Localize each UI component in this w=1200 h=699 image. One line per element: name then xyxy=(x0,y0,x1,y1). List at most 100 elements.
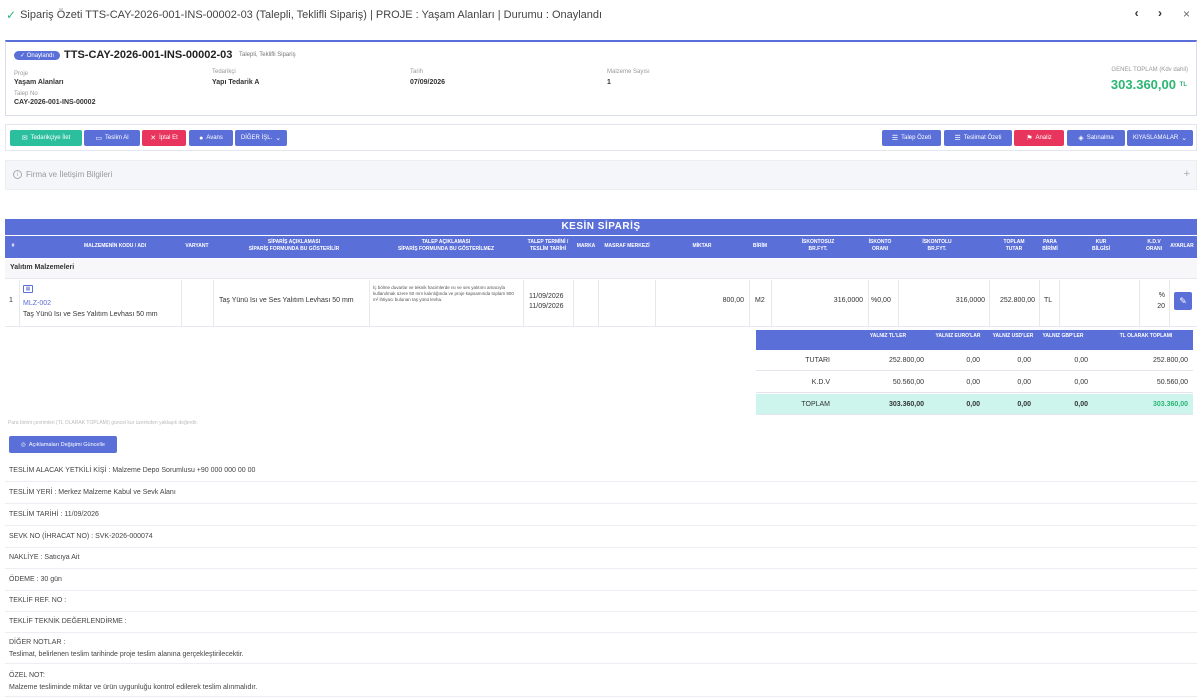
col-material: MALZEMENİN KODU / ADI xyxy=(83,243,147,249)
supplier-label: Tedarikçi xyxy=(212,69,236,75)
layers-icon: ◈ xyxy=(1078,135,1084,142)
barcode-icon[interactable]: ▦ xyxy=(23,285,33,293)
sum-col-eur: YALNIZ EURO'LAR xyxy=(935,333,981,339)
unit-price: 316,0000 xyxy=(833,297,863,304)
info-place: TESLİM YERİ : Merkez Malzeme Kabul ve Se… xyxy=(5,483,1197,504)
list-icon: ☰ xyxy=(954,135,961,142)
group-title: Yalıtım Malzemeleri xyxy=(10,264,75,271)
sum-gbp: 0,00 xyxy=(1074,379,1088,386)
cancel-button[interactable]: ✕ İptal Et xyxy=(142,130,186,146)
update-descriptions-button[interactable]: ◎ Açıklamaları Değişimi Güncelle xyxy=(9,436,117,453)
currency: TL xyxy=(1044,297,1053,304)
info-date: TESLİM TARİHİ : 11/09/2026 xyxy=(5,505,1197,526)
discounted-price: 316,0000 xyxy=(955,297,985,304)
firm-contact-title: Firma ve İletişim Bilgileri xyxy=(26,170,113,179)
action-toolbar: ✉ Tedarikçiye İlet ▭ Teslim Al ✕ İptal Et ●… xyxy=(5,124,1197,151)
close-icon[interactable]: × xyxy=(1183,7,1190,21)
sum-col-gbp: YALNIZ GBP'LER xyxy=(1042,333,1084,339)
sum-tl: 252.800,00 xyxy=(888,357,924,364)
flag-icon: ⚑ xyxy=(1026,135,1033,142)
info-payment: ÖDEME : 30 gün xyxy=(5,570,1197,591)
col-cost-center: MASRAF MERKEZİ xyxy=(604,243,650,249)
edit-icon[interactable]: ✎ xyxy=(1174,292,1192,310)
chevron-down-icon: ⌄ xyxy=(1181,135,1188,142)
sum-gbp: 0,00 xyxy=(1074,357,1088,364)
order-table-header: # MALZEMENİN KODU / ADI VARYANT SİPARİŞ … xyxy=(5,236,1197,258)
request-summary-button[interactable]: ☰ Talep Özeti xyxy=(882,130,941,146)
col-discount: İSKONTO ORANI xyxy=(868,239,892,252)
delivery-summary-button[interactable]: ☰ Teslimat Özeti xyxy=(944,130,1012,146)
info-tech-eval: TEKLİF TEKNİK DEĞERLENDİRME : xyxy=(5,613,1197,633)
sum-eur: 0,00 xyxy=(966,379,980,386)
sum-tl: 50.560,00 xyxy=(892,379,924,386)
col-rate: KUR BİLGİSİ xyxy=(1091,239,1111,252)
table-row: 1 ▦ MLZ-002 Taş Yünü Isı ve Ses Yalıtım … xyxy=(5,280,1197,327)
delivery-date: 11/09/2026 xyxy=(529,303,564,310)
summary-total-row: TOPLAM 303.360,00 0,00 0,00 0,00 303.360… xyxy=(756,394,1193,415)
request-description: İç bölme duvarlar ve teknik hacimlerde ı… xyxy=(373,285,514,302)
grand-total-label: GENEL TOPLAM (Kdv dahil) xyxy=(1111,67,1188,73)
col-qty: MİKTAR xyxy=(692,243,712,249)
col-settings: AYARLAR xyxy=(1170,243,1194,249)
sum-total: 252.800,00 xyxy=(1152,357,1188,364)
project-value: Yaşam Alanları xyxy=(14,79,64,86)
grand-total-currency: TL xyxy=(1179,82,1187,88)
chevron-down-icon: ⌄ xyxy=(275,135,282,142)
info-other-notes: DİĞER NOTLAR : Teslimat, belirlenen tesl… xyxy=(5,636,1197,664)
order-header-card: ✓ Onaylandı TTS-CAY-2026-001-INS-00002-0… xyxy=(5,40,1197,116)
sum-col-tl: YALNIZ TL'LER xyxy=(869,333,907,339)
prev-next-icon[interactable]: ‹ › xyxy=(1135,6,1170,20)
other-notes-text: Teslimat, belirlenen teslim tarihinde pr… xyxy=(9,651,244,658)
col-discounted-price: İSKONTOLU BR.FYT. xyxy=(922,239,952,252)
window-title: Sipariş Özeti TTS-CAY-2026-001-INS-00002… xyxy=(20,9,603,21)
check-icon: ✓ xyxy=(6,8,17,22)
sum-eur: 0,00 xyxy=(966,401,980,408)
summary-row: K.D.V 50.560,00 0,00 0,00 0,00 50.560,00 xyxy=(756,372,1193,393)
material-code[interactable]: MLZ-002 xyxy=(23,300,51,307)
sum-label: K.D.V xyxy=(811,379,830,386)
group-row: Yalıtım Malzemeleri xyxy=(5,259,1197,279)
sum-col-usd: YALNIZ USD'LER xyxy=(992,333,1034,339)
receive-button[interactable]: ▭ Teslim Al xyxy=(84,130,140,146)
order-type: Talepli, Teklifli Sipariş xyxy=(239,52,296,58)
advance-button[interactable]: ● Avans xyxy=(189,130,233,146)
expand-plus-icon[interactable]: + xyxy=(1184,168,1190,180)
order-number: TTS-CAY-2026-001-INS-00002-03 xyxy=(64,49,233,61)
col-unit: BİRİM xyxy=(752,243,768,249)
sum-total: 50.560,00 xyxy=(1156,379,1188,386)
currency-note: Para birimi çevrimleri (TL OLARAK TOPLAM… xyxy=(8,420,198,426)
other-actions-button[interactable]: DİĞER İŞL. ⌄ xyxy=(235,130,287,146)
request-term: 11/09/2026 xyxy=(529,293,564,300)
count-label: Malzeme Sayısı xyxy=(607,69,650,75)
purchasing-button[interactable]: ◈ Satınalma xyxy=(1067,130,1125,146)
col-order-desc: SİPARİŞ AÇIKLAMASI SİPARİŞ FORMUNDA BU GÖ… xyxy=(248,239,340,252)
request-value: CAY-2026-001-INS-00002 xyxy=(14,99,96,106)
col-term: TALEP TERMİNİ / TESLİM TARİHİ xyxy=(527,239,569,252)
request-label: Talep No xyxy=(14,91,38,97)
lightbulb-icon: ◎ xyxy=(21,441,26,448)
info-offer-ref: TEKLİF REF. NO : xyxy=(5,592,1197,612)
sum-usd: 0,00 xyxy=(1017,401,1031,408)
sum-col-total: TL OLARAK TOPLAMI xyxy=(1119,333,1173,339)
col-total: TOPLAM TUTAR xyxy=(1003,239,1025,252)
order-description: Taş Yünü Isı ve Ses Yalıtım Levhası 50 m… xyxy=(219,297,354,304)
info-shipment: SEVK NO (İHRACAT NO) : SVK-2026-000074 xyxy=(5,527,1197,548)
special-note-title: ÖZEL NOT: xyxy=(9,672,45,679)
supplier-value: Yapı Tedarik A xyxy=(212,79,260,86)
discount-rate: %0,00 xyxy=(871,297,891,304)
mail-icon: ✉ xyxy=(21,135,28,142)
status-badge: ✓ Onaylandı xyxy=(14,51,61,60)
send-supplier-button[interactable]: ✉ Tedarikçiye İlet xyxy=(10,130,82,146)
chat-icon: ● xyxy=(199,134,204,142)
sum-gbp: 0,00 xyxy=(1074,401,1088,408)
firm-contact-panel[interactable]: i Firma ve İletişim Bilgileri + xyxy=(5,160,1197,190)
final-order-title: KESİN SİPARİŞ xyxy=(5,219,1197,235)
info-contact: TESLİM ALACAK YETKİLİ KİŞİ : Malzeme Dep… xyxy=(5,462,1197,482)
project-label: Proje xyxy=(14,71,29,77)
sum-eur: 0,00 xyxy=(966,357,980,364)
comparisons-button[interactable]: KIYASLAMALAR ⌄ xyxy=(1127,130,1193,146)
col-brand: MARKA xyxy=(576,243,596,249)
col-currency: PARA BİRİMİ xyxy=(1042,239,1058,252)
analysis-button[interactable]: ⚑ Analiz xyxy=(1014,130,1064,146)
col-vat: K.D.V ORANI xyxy=(1145,239,1163,252)
